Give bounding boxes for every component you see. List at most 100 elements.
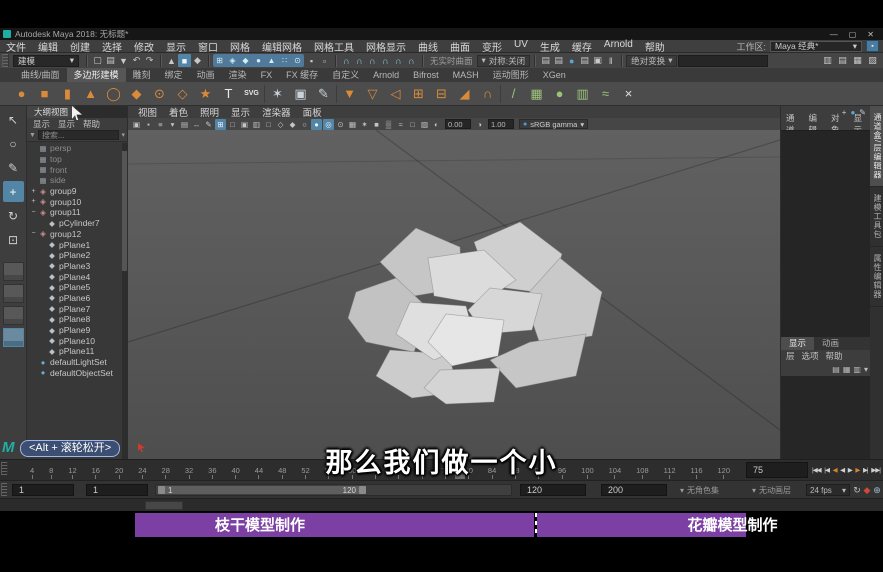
range-start-handle[interactable] [158,486,165,494]
new-layer-from-selected-icon[interactable]: ▦ [843,365,851,374]
camera-icon[interactable]: ▣ [289,83,312,105]
snap-to-projected-center-icon[interactable]: ∩ [379,54,392,67]
new-scene-icon[interactable]: ▢ [91,54,104,67]
outliner-menu-item[interactable]: 显示 [33,118,50,130]
mask-misc-icon[interactable]: ⊙ [291,54,304,67]
undo-icon[interactable]: ↶ [130,54,143,67]
boolean-difference-icon[interactable]: ⊟ [430,83,453,105]
snap-to-curve-icon[interactable]: ∩ [353,54,366,67]
outliner-item[interactable]: ▦ top [27,154,122,165]
scale-tool[interactable]: ⊡ [3,229,24,250]
mask-rendering-icon[interactable]: ∷ [278,54,291,67]
isolate-select-icon[interactable]: □ [407,119,418,130]
command-line-mode-button[interactable] [145,501,183,510]
outliner-item[interactable]: ▦ persp [27,143,122,154]
outliner-item[interactable]: ◆ pPlane6 [27,293,122,304]
ipr-render-icon[interactable]: ● [565,54,578,67]
shelf-tab[interactable]: 雕刻 [126,68,158,82]
snap-to-point-icon[interactable]: ∩ [366,54,379,67]
menu-item[interactable]: 文件 [0,39,32,54]
menu-item[interactable]: UV [508,39,534,54]
outliner-item[interactable]: ◆ pPlane8 [27,314,122,325]
sidebar-vertical-tab[interactable]: 通道盒/层编辑器 [870,106,883,188]
menu-item[interactable]: 生成 [534,39,566,54]
expander-icon[interactable]: − [29,209,38,216]
menu-item[interactable]: 显示 [160,39,192,54]
menu-item[interactable]: 曲线 [412,39,444,54]
render-settings-icon[interactable]: ▤ [578,54,591,67]
menu-item[interactable]: 修改 [128,39,160,54]
character-set-selector[interactable]: ▾ 无角色集 [680,485,719,496]
select-objects-icon[interactable]: ■ [178,54,191,67]
outliner-item[interactable]: ◆ pPlane4 [27,271,122,282]
expander-icon[interactable]: + [29,198,38,205]
animation-end-field[interactable]: 200 [601,484,667,496]
mask-surfaces-icon[interactable]: ◆ [239,54,252,67]
region-icon[interactable]: □ [263,119,274,130]
sweep-mesh-icon[interactable]: ★ [194,83,217,105]
outliner-item[interactable]: + ◈ group10 [27,196,122,207]
anim-preferences-icon[interactable]: ⊕ [872,484,882,496]
outliner-item[interactable]: ▦ front [27,164,122,175]
outliner-item[interactable]: ● defaultLightSet [27,357,122,368]
render-current-frame-icon[interactable]: ▤ [552,54,565,67]
viewport-menu-item[interactable]: 着色 [163,105,194,119]
textured-icon[interactable]: ▦ [347,119,358,130]
select-camera-icon[interactable]: ▣ [131,119,142,130]
menu-item[interactable]: 帮助 [639,39,671,54]
range-track[interactable]: 1 120 [155,484,512,496]
range-slider-grip[interactable] [1,483,8,496]
camera-attributes-icon[interactable]: ≡ [155,119,166,130]
snap-to-grid-icon[interactable]: ∩ [340,54,353,67]
quad-draw-icon[interactable]: ▦ [525,83,548,105]
menu-item[interactable]: 网格工具 [308,39,360,54]
outliner-item[interactable]: ◆ pPlane3 [27,261,122,272]
shelf-tab[interactable]: 运动图形 [486,68,536,82]
smooth-icon[interactable]: ≈ [594,83,617,105]
bevel-icon[interactable]: ◢ [453,83,476,105]
workspace-lock-icon[interactable]: ▪ [866,40,879,52]
shelf-tab[interactable]: 渲染 [222,68,254,82]
type-tool-icon[interactable]: T [217,83,240,105]
menu-item[interactable]: 编辑网格 [256,39,308,54]
layout-four-pane[interactable] [2,284,24,303]
outliner-item[interactable]: ◆ pCylinder7 [27,218,122,229]
layer-editor-menu-item[interactable]: 层 [786,350,795,362]
channel-box-toggle-icon[interactable]: ▦ [851,54,864,67]
lasso-tool[interactable]: ○ [3,133,24,154]
shelf-tab[interactable]: 多边形建模 [66,68,126,82]
safe-title-icon[interactable]: ◆ [287,119,298,130]
fps-selector[interactable]: 24 fps ▾ [806,484,850,496]
outliner-item[interactable]: ◆ pPlane2 [27,250,122,261]
lock-selection-icon[interactable]: ▪ [305,54,318,67]
gate-mask-icon[interactable]: ▥ [251,119,262,130]
poly-torus-icon[interactable]: ◯ [102,83,125,105]
resolution-gate-icon[interactable]: ▣ [239,119,250,130]
modeling-toolkit-toggle-icon[interactable]: ▨ [866,54,879,67]
scrollbar-thumb[interactable] [122,151,127,271]
chevron-down-icon[interactable]: ▾ [121,131,125,139]
outliner-item[interactable]: ◆ pPlane1 [27,239,122,250]
move-tool[interactable]: + [2,181,24,202]
ssao-icon[interactable]: ▒ [383,119,394,130]
outliner-scrollbar[interactable] [122,143,127,459]
outliner-item[interactable]: ◆ pPlane9 [27,325,122,336]
lights-icon[interactable]: ✶ [359,119,370,130]
outliner-search-input[interactable]: 搜索... [37,130,120,140]
layout-persp-outliner[interactable] [2,328,24,347]
exposure-icon[interactable]: ◐ [431,119,442,130]
shelf-tab[interactable]: 绑定 [158,68,190,82]
pan-zoom-2d-icon[interactable]: ↔ [191,119,202,130]
viewport-menu-item[interactable]: 视图 [132,105,163,119]
auto-key-icon[interactable]: ◆ [862,484,872,496]
multi-cut-icon[interactable]: / [502,83,525,105]
bridge-icon[interactable]: ∩ [476,83,499,105]
shadows-icon[interactable]: ■ [371,119,382,130]
extract-icon[interactable]: ◁ [384,83,407,105]
maximize-button[interactable]: ▢ [849,30,857,39]
layout-two-pane[interactable] [2,306,24,325]
filter-icon[interactable]: ▼ [29,132,36,139]
launch-arnold-icon[interactable]: ▣ [591,54,604,67]
paint-select-tool[interactable]: ✎ [3,157,24,178]
range-end-handle[interactable] [359,486,366,494]
